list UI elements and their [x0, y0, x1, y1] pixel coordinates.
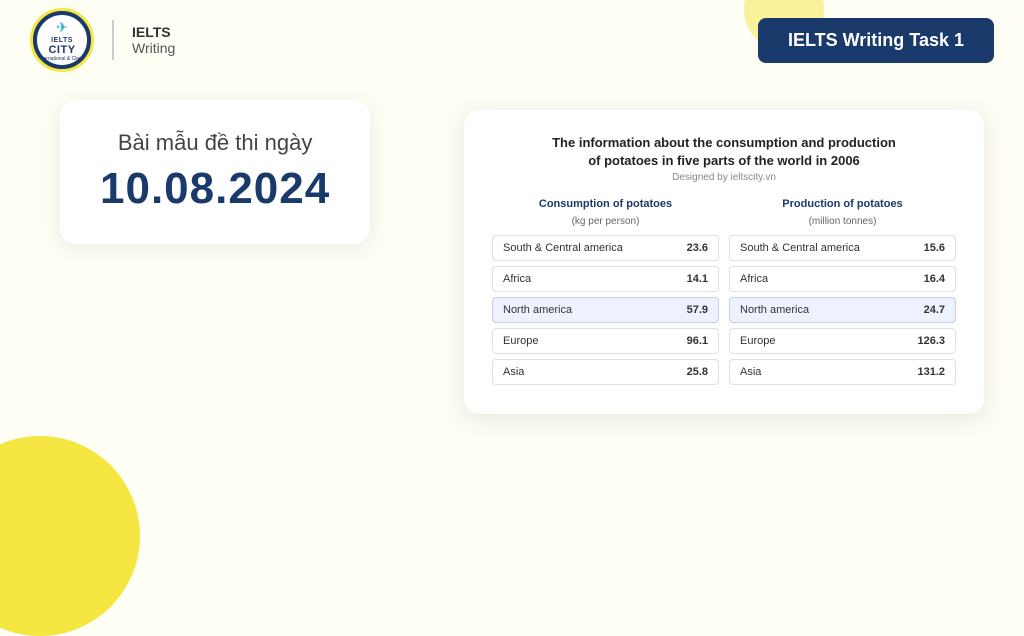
row-region-label: South & Central america: [740, 242, 860, 254]
row-region-label: Africa: [740, 273, 768, 285]
table-row: Europe 96.1: [492, 328, 719, 354]
row-region-label: North america: [503, 304, 572, 316]
logo-text-ielts: IELTS: [51, 37, 73, 44]
table-row: Africa 14.1: [492, 266, 719, 292]
table-columns: Consumption of potatoes (kg per person) …: [492, 197, 956, 389]
table-row: Africa 16.4: [729, 266, 956, 292]
table-row: Asia 131.2: [729, 359, 956, 385]
row-production-value: 16.4: [924, 273, 945, 285]
row-consumption-value: 25.8: [687, 366, 708, 378]
table-designed-by: Designed by ieltscity.vn: [492, 172, 956, 183]
table-title-line2: of potatoes in five parts of the world i…: [588, 153, 860, 168]
left-section: Bài mẫu đề thi ngày 10.08.2024: [60, 100, 410, 244]
row-region-label: North america: [740, 304, 809, 316]
logo-badge: ✈ IELTS CITY International & Clever: [30, 8, 94, 72]
logo-divider: [112, 20, 114, 60]
date-card: Bài mẫu đề thi ngày 10.08.2024: [60, 100, 370, 244]
row-production-value: 24.7: [924, 304, 945, 316]
logo-icon: ✈: [56, 19, 68, 36]
logo-area: ✈ IELTS CITY International & Clever IELT…: [30, 8, 175, 72]
production-column: Production of potatoes (million tonnes) …: [729, 197, 956, 389]
table-card: The information about the consumption an…: [464, 110, 984, 414]
production-header: Production of potatoes: [729, 197, 956, 211]
row-region-label: Asia: [503, 366, 524, 378]
consumption-unit: (kg per person): [492, 216, 719, 227]
row-consumption-value: 23.6: [687, 242, 708, 254]
row-consumption-value: 57.9: [687, 304, 708, 316]
consumption-rows: South & Central america 23.6 Africa 14.1 Nor…: [492, 235, 719, 385]
table-row: South & Central america 15.6: [729, 235, 956, 261]
production-unit: (million tonnes): [729, 216, 956, 227]
production-rows: South & Central america 15.6 Africa 16.4 Nor…: [729, 235, 956, 385]
header-badge-label: IELTS Writing Task 1: [788, 30, 964, 50]
table-title: The information about the consumption an…: [492, 134, 956, 170]
logo-title-bottom: Writing: [132, 40, 175, 56]
row-consumption-value: 14.1: [687, 273, 708, 285]
table-row: Asia 25.8: [492, 359, 719, 385]
header-badge: IELTS Writing Task 1: [758, 18, 994, 63]
row-production-value: 131.2: [917, 366, 945, 378]
logo-title: IELTS Writing: [132, 24, 175, 56]
table-row: North america 57.9: [492, 297, 719, 323]
row-consumption-value: 96.1: [687, 335, 708, 347]
logo-title-top: IELTS: [132, 24, 175, 40]
table-row: North america 24.7: [729, 297, 956, 323]
row-region-label: Asia: [740, 366, 761, 378]
row-region-label: Africa: [503, 273, 531, 285]
table-row: South & Central america 23.6: [492, 235, 719, 261]
date-value: 10.08.2024: [100, 164, 330, 214]
header: ✈ IELTS CITY International & Clever IELT…: [0, 0, 1024, 80]
bg-decoration-circle-left: [0, 436, 140, 636]
row-region-label: Europe: [503, 335, 538, 347]
row-production-value: 15.6: [924, 242, 945, 254]
date-label: Bài mẫu đề thi ngày: [100, 130, 330, 156]
table-row: Europe 126.3: [729, 328, 956, 354]
consumption-header: Consumption of potatoes: [492, 197, 719, 211]
logo-text-city: CITY: [48, 44, 75, 56]
consumption-column: Consumption of potatoes (kg per person) …: [492, 197, 719, 389]
row-region-label: South & Central america: [503, 242, 623, 254]
row-region-label: Europe: [740, 335, 775, 347]
row-production-value: 126.3: [917, 335, 945, 347]
logo-text-sub: International & Clever: [38, 56, 86, 62]
table-title-line1: The information about the consumption an…: [552, 135, 896, 150]
